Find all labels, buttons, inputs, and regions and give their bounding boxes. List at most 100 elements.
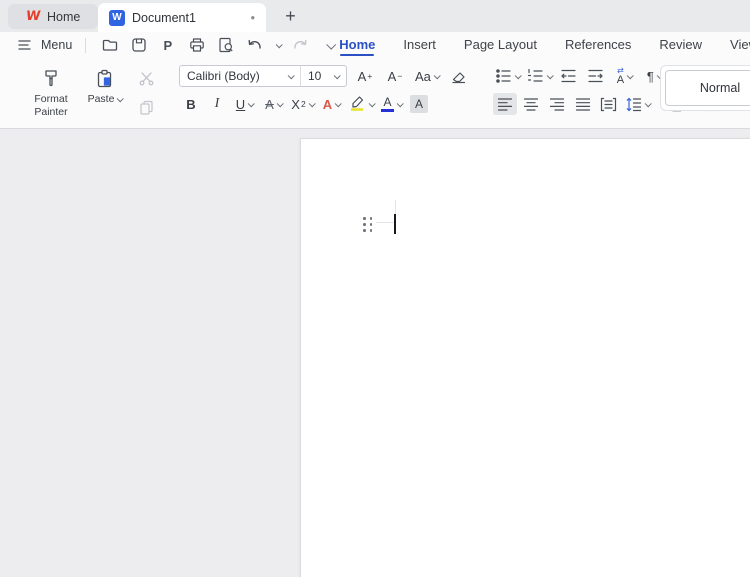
distribute-text-button[interactable]: [597, 93, 621, 115]
glyph-part: A: [388, 69, 397, 84]
font-color-button[interactable]: A: [378, 93, 405, 115]
bold-button[interactable]: B: [179, 93, 203, 115]
align-left-button[interactable]: [493, 93, 517, 115]
cursor-guide-line: [395, 200, 396, 214]
glyph-part: 2: [301, 99, 306, 109]
change-case-button[interactable]: Aa: [413, 65, 441, 87]
tab-insert[interactable]: Insert: [403, 32, 436, 58]
font-family-caret: [288, 72, 295, 79]
text-cursor: [394, 214, 396, 234]
chevron-down-icon: [326, 39, 336, 49]
grow-font-button[interactable]: A+: [353, 65, 377, 87]
text-effects-caret: [335, 100, 342, 107]
bullets-button[interactable]: [493, 65, 522, 87]
undo-button[interactable]: [244, 35, 265, 55]
strikethrough-caret: [276, 100, 283, 107]
ribbon-home: Format Painter Paste: [0, 58, 750, 129]
styles-gallery: Normal: [660, 65, 750, 111]
document-tab-label: Document1: [132, 11, 196, 25]
document-tab[interactable]: W Document1 •: [98, 3, 266, 32]
customize-toolbar-chevron-icon[interactable]: [318, 35, 339, 55]
style-normal[interactable]: Normal: [665, 70, 750, 106]
shrink-font-button[interactable]: A−: [383, 65, 407, 87]
glyph-part: A: [617, 75, 624, 86]
decrease-indent-button[interactable]: [557, 65, 581, 87]
highlight-color-button[interactable]: [347, 93, 376, 115]
paste-label-text: Paste: [88, 93, 115, 106]
character-shading-icon: A: [410, 95, 428, 113]
quick-access-toolbar-row: Menu P: [0, 32, 750, 58]
menu-button[interactable]: Menu: [14, 35, 72, 55]
glyph-part: X: [291, 97, 300, 112]
ribbon-tab-strip: Home Insert Page Layout References Revie…: [339, 32, 750, 58]
hamburger-icon: [14, 35, 35, 55]
paste-button[interactable]: Paste: [82, 65, 128, 118]
align-right-button[interactable]: [545, 93, 569, 115]
font-color-caret: [397, 100, 404, 107]
bullets-caret: [515, 72, 522, 79]
glyph-part: A: [265, 97, 274, 112]
character-scaling-button[interactable]: ⇄ A: [611, 65, 638, 87]
window-tab-bar: W Home W Document1 • +: [0, 0, 750, 32]
numbering-button[interactable]: [525, 65, 554, 87]
font-family-value: Calibri (Body): [187, 69, 260, 83]
line-spacing-caret: [645, 100, 652, 107]
save-icon[interactable]: [128, 35, 149, 55]
export-pdf-icon[interactable]: P: [157, 35, 178, 55]
glyph-part: A: [358, 69, 367, 84]
text-effects-icon: A: [323, 97, 332, 112]
underline-button[interactable]: U: [231, 93, 258, 115]
tab-references[interactable]: References: [565, 32, 631, 58]
font-family-select[interactable]: Calibri (Body): [180, 66, 300, 86]
paragraph-drag-handle[interactable]: [363, 217, 372, 232]
home-tab-label: Home: [47, 10, 80, 24]
print-icon[interactable]: [186, 35, 207, 55]
menu-label: Menu: [41, 38, 72, 52]
tab-review[interactable]: Review: [659, 32, 702, 58]
strikethrough-button[interactable]: A: [260, 93, 287, 115]
character-scaling-icon: ⇄ A: [617, 67, 624, 86]
format-painter-label: Format Painter: [28, 93, 74, 118]
format-painter-button[interactable]: Format Painter: [28, 65, 74, 118]
highlight-caret: [369, 100, 376, 107]
glyph-part: Aa: [415, 69, 431, 84]
tab-page-layout[interactable]: Page Layout: [464, 32, 537, 58]
open-file-icon[interactable]: [99, 35, 120, 55]
highlighter-icon: [349, 94, 366, 115]
align-center-button[interactable]: [519, 93, 543, 115]
document-canvas: [0, 130, 750, 577]
print-preview-icon[interactable]: [215, 35, 236, 55]
undo-dropdown-caret[interactable]: [276, 41, 283, 48]
tab-home[interactable]: Home: [339, 32, 375, 58]
home-workspace-tab[interactable]: W Home: [8, 4, 98, 29]
justify-button[interactable]: [571, 93, 595, 115]
font-color-icon: A: [381, 96, 394, 112]
cut-icon[interactable]: [136, 68, 157, 88]
change-case-caret: [434, 72, 441, 79]
format-painter-brush-icon: [41, 65, 61, 90]
font-size-value: 10: [308, 69, 321, 83]
unsaved-indicator-dot: •: [250, 11, 255, 24]
redo-button[interactable]: [289, 35, 310, 55]
underline-caret: [248, 100, 255, 107]
paste-dropdown-caret: [117, 95, 124, 102]
clear-formatting-button[interactable]: [447, 65, 471, 87]
superscript-button[interactable]: X2: [289, 93, 316, 115]
increase-indent-button[interactable]: [584, 65, 608, 87]
character-shading-button[interactable]: A: [407, 93, 431, 115]
tab-view[interactable]: View: [730, 32, 750, 58]
font-color-bar: [381, 109, 394, 112]
document-page[interactable]: [300, 138, 750, 577]
paragraph-anchor-line: [376, 222, 396, 223]
writer-document-icon: W: [109, 10, 125, 26]
paste-clipboard-icon: [95, 65, 115, 90]
cut-copy-column: [136, 65, 157, 118]
copy-icon[interactable]: [136, 97, 157, 117]
clipboard-group: Format Painter Paste: [28, 65, 157, 118]
quick-access-toolbar: Menu P: [0, 35, 339, 55]
line-spacing-button[interactable]: [623, 93, 652, 115]
new-tab-button[interactable]: +: [280, 6, 301, 27]
italic-button[interactable]: I: [205, 93, 229, 115]
text-effects-button[interactable]: A: [318, 93, 345, 115]
font-size-select[interactable]: 10: [300, 66, 346, 86]
